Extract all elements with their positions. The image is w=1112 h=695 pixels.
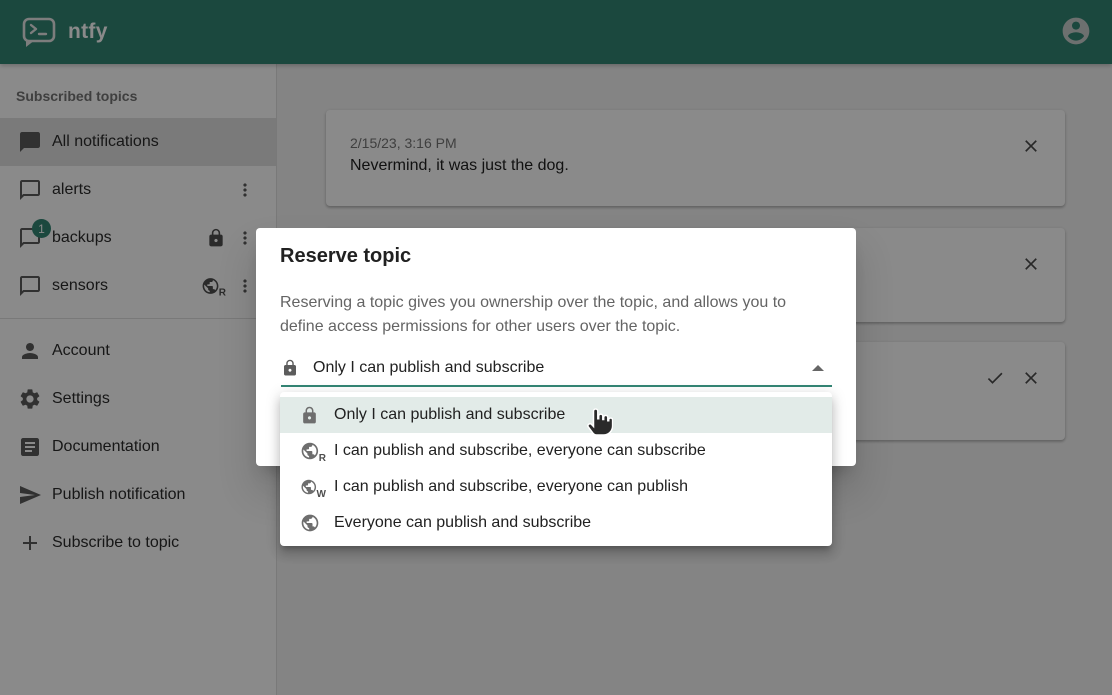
dialog-description: Reserving a topic gives you ownership ov…	[280, 291, 832, 339]
lock-icon	[281, 359, 299, 377]
menu-item-public[interactable]: Everyone can publish and subscribe	[280, 505, 832, 541]
globe-read-icon: R	[300, 441, 326, 461]
menu-item-label: Only I can publish and subscribe	[334, 406, 565, 424]
dialog-title: Reserve topic	[280, 245, 411, 268]
lock-icon	[300, 406, 326, 425]
globe-icon	[300, 513, 326, 533]
menu-item-label: I can publish and subscribe, everyone ca…	[334, 442, 706, 460]
access-permission-select[interactable]: Only I can publish and subscribe	[281, 351, 832, 387]
chevron-up-icon	[812, 365, 824, 371]
select-value: Only I can publish and subscribe	[313, 359, 544, 377]
menu-item-everyone-can-publish[interactable]: W I can publish and subscribe, everyone …	[280, 469, 832, 505]
menu-item-private[interactable]: Only I can publish and subscribe	[280, 397, 832, 433]
menu-item-label: I can publish and subscribe, everyone ca…	[334, 478, 688, 496]
menu-item-everyone-can-subscribe[interactable]: R I can publish and subscribe, everyone …	[280, 433, 832, 469]
menu-item-label: Everyone can publish and subscribe	[334, 514, 591, 532]
globe-write-icon: W	[300, 477, 326, 497]
ntfy-app: ntfy Subscribed topics All notifications…	[0, 0, 1112, 695]
access-permission-menu: Only I can publish and subscribe R I can…	[280, 392, 832, 546]
